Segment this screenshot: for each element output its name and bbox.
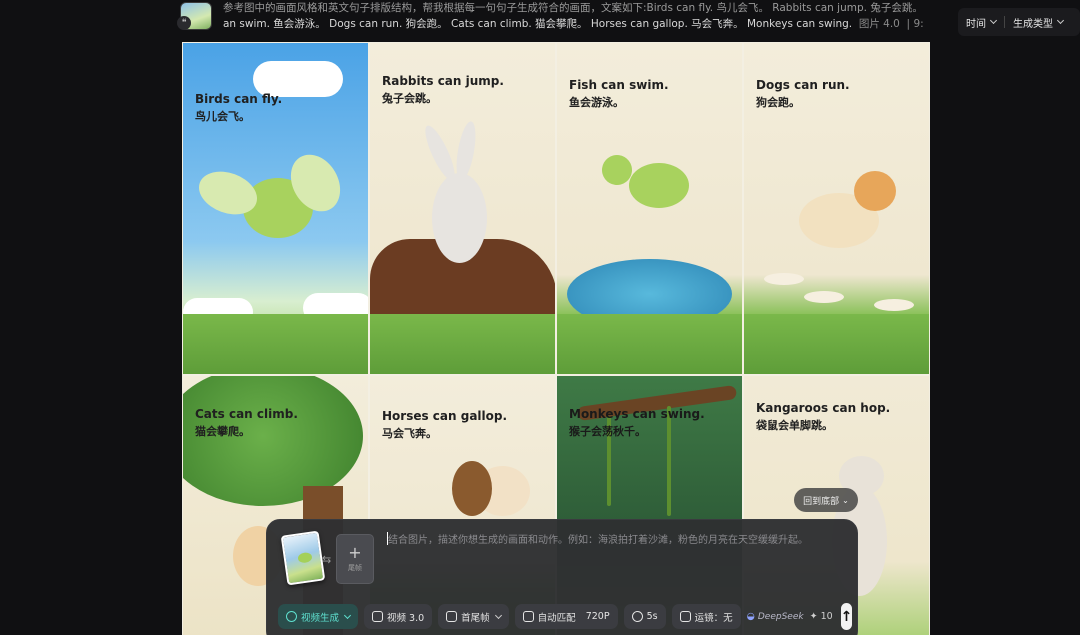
ratio-resolution-select[interactable]: 自动匹配 720P (514, 604, 618, 629)
arrow-up-icon: ↑ (840, 608, 853, 625)
horse-mane (452, 461, 492, 516)
credits-value: 10 (820, 611, 833, 622)
caption-en: Cats can climb. (195, 407, 298, 421)
grass (744, 314, 929, 374)
video-generate-icon (286, 611, 297, 622)
bird-thumbnail (297, 551, 313, 564)
time-filter-label: 时间 (966, 18, 986, 30)
model-select[interactable]: 视频 3.0 (364, 604, 433, 629)
prompt-meta: 图片 4.0 | 9:16 | 2K (855, 18, 923, 30)
prompt-line-2: an swim. 鱼会游泳。 Dogs can run. 狗会跑。 Cats c… (223, 16, 923, 32)
rabbit-ear (452, 120, 480, 182)
back-to-bottom-label: 回到底部 (803, 496, 840, 507)
prompt-text: 参考图中的画面风格和英文句子排版结构，帮我根据每一句句子生成符合的画面，文案如下… (223, 0, 923, 32)
panel-caption: Cats can climb. 猫会攀爬。 (195, 406, 298, 440)
back-to-bottom-button[interactable]: 回到底部 ⌄ (794, 488, 858, 512)
grass (183, 314, 368, 374)
duration-select[interactable]: 5s (623, 604, 666, 629)
camera-select[interactable]: 运镜：无 (671, 604, 741, 629)
panel-caption: Monkeys can swing. 猴子会荡秋千。 (569, 406, 705, 440)
mode-label: 视频生成 (301, 612, 340, 624)
rabbit-ear (420, 122, 460, 184)
grass (557, 314, 742, 374)
prompt-line-2-text: an swim. 鱼会游泳。 Dogs can run. 狗会跑。 Cats c… (223, 18, 853, 30)
plus-icon: + (348, 543, 362, 562)
type-filter-label: 生成类型 (1013, 18, 1053, 30)
panel-birds: Birds can fly. 鸟儿会飞。 (182, 42, 369, 375)
filter-bar: 时间 生成类型 (958, 8, 1080, 36)
caption-en: Monkeys can swing. (569, 407, 705, 421)
panel-caption: Birds can fly. 鸟儿会飞。 (195, 91, 282, 125)
fish-illustration (629, 163, 689, 208)
type-filter[interactable]: 生成类型 (1005, 15, 1071, 30)
cube-icon (372, 611, 384, 622)
aspect-ratio-icon (522, 611, 534, 622)
clock-icon (631, 611, 643, 622)
caption-zh: 鱼会游泳。 (569, 96, 624, 109)
chevron-down-icon (989, 16, 998, 25)
send-button[interactable]: ↑ (840, 603, 853, 630)
caption-en: Rabbits can jump. (382, 74, 504, 88)
dog-head (854, 171, 896, 211)
app-root: { "header": { "line1": "参考图中的画面风格和英文句子排版… (0, 0, 1080, 635)
duration-label: 5s (646, 611, 658, 622)
bone-icon (874, 299, 914, 311)
camera-label: 运镜：无 (694, 612, 733, 624)
caption-en: Kangaroos can hop. (756, 401, 891, 415)
frames-icon (446, 611, 458, 622)
panel-caption: Fish can swim. 鱼会游泳。 (569, 77, 669, 111)
first-frame-image[interactable] (280, 530, 326, 586)
panel-caption: Horses can gallop. 马会飞奔。 (382, 408, 507, 442)
resolution-label: 720P (585, 611, 610, 622)
chevron-down-icon (343, 611, 352, 619)
caption-en: Fish can swim. (569, 78, 669, 92)
swap-frames-icon[interactable]: ⇆ (322, 553, 331, 566)
camera-icon (679, 611, 691, 622)
composer-toolbar: 视频生成 视频 3.0 首尾帧 自动匹配 720P 5s 运镜：无 ◒ Deep… (278, 603, 853, 630)
bone-icon (764, 273, 804, 285)
credits-indicator: ✦ 10 (810, 611, 833, 622)
panel-caption: Dogs can run. 狗会跑。 (756, 77, 850, 111)
meta-ratio: 9:16 (913, 18, 923, 30)
panel-dogs: Dogs can run. 狗会跑。 (743, 42, 930, 375)
deepseek-label: DeepSeek (757, 611, 804, 622)
caption-zh: 马会飞奔。 (382, 427, 437, 440)
ratio-label: 自动匹配 (537, 612, 576, 624)
quote-icon: ❝ (177, 16, 191, 30)
prompt-input[interactable] (388, 530, 838, 550)
chevron-down-icon (494, 611, 502, 619)
caption-zh: 猴子会荡秋千。 (569, 425, 646, 438)
prompt-line-1: 参考图中的画面风格和英文句子排版结构，帮我根据每一句句子生成符合的画面，文案如下… (223, 2, 923, 14)
add-end-frame-button[interactable]: + 尾帧 (336, 534, 374, 584)
text-caret (387, 532, 388, 545)
deepseek-toggle[interactable]: ◒ DeepSeek (747, 611, 804, 622)
caption-zh: 猫会攀爬。 (195, 425, 250, 438)
double-chevron-down-icon: ⌄ (842, 495, 849, 505)
caption-zh: 狗会跑。 (756, 96, 800, 109)
panel-caption: Rabbits can jump. 兔子会跳。 (382, 73, 504, 107)
frames-label: 首尾帧 (461, 612, 490, 624)
caption-zh: 袋鼠会单脚跳。 (756, 419, 833, 432)
add-end-frame-label: 尾帧 (348, 564, 362, 572)
grass (370, 314, 555, 374)
frames-select[interactable]: 首尾帧 (438, 604, 509, 629)
meta-model: 图片 4.0 (858, 18, 900, 30)
caption-en: Horses can gallop. (382, 409, 508, 423)
time-filter[interactable]: 时间 (958, 15, 1004, 30)
mode-select[interactable]: 视频生成 (278, 604, 359, 629)
panel-rabbits: Rabbits can jump. 兔子会跳。 (369, 42, 556, 375)
panel-fish: Fish can swim. 鱼会游泳。 (556, 42, 743, 375)
prompt-header: ❝ 参考图中的画面风格和英文句子排版结构，帮我根据每一句句子生成符合的画面，文案… (177, 0, 940, 38)
deepseek-icon: ◒ (746, 611, 755, 622)
bone-icon (804, 291, 844, 303)
caption-en: Dogs can run. (756, 78, 850, 92)
model-label: 视频 3.0 (387, 612, 425, 624)
rabbit-illustration (432, 173, 487, 263)
sparkle-icon: ✦ (809, 611, 818, 622)
chevron-down-icon (1056, 16, 1065, 25)
panel-caption: Kangaroos can hop. 袋鼠会单脚跳。 (756, 400, 890, 434)
caption-zh: 兔子会跳。 (382, 92, 437, 105)
caption-en: Birds can fly. (195, 92, 283, 106)
caption-zh: 鸟儿会飞。 (195, 110, 250, 123)
